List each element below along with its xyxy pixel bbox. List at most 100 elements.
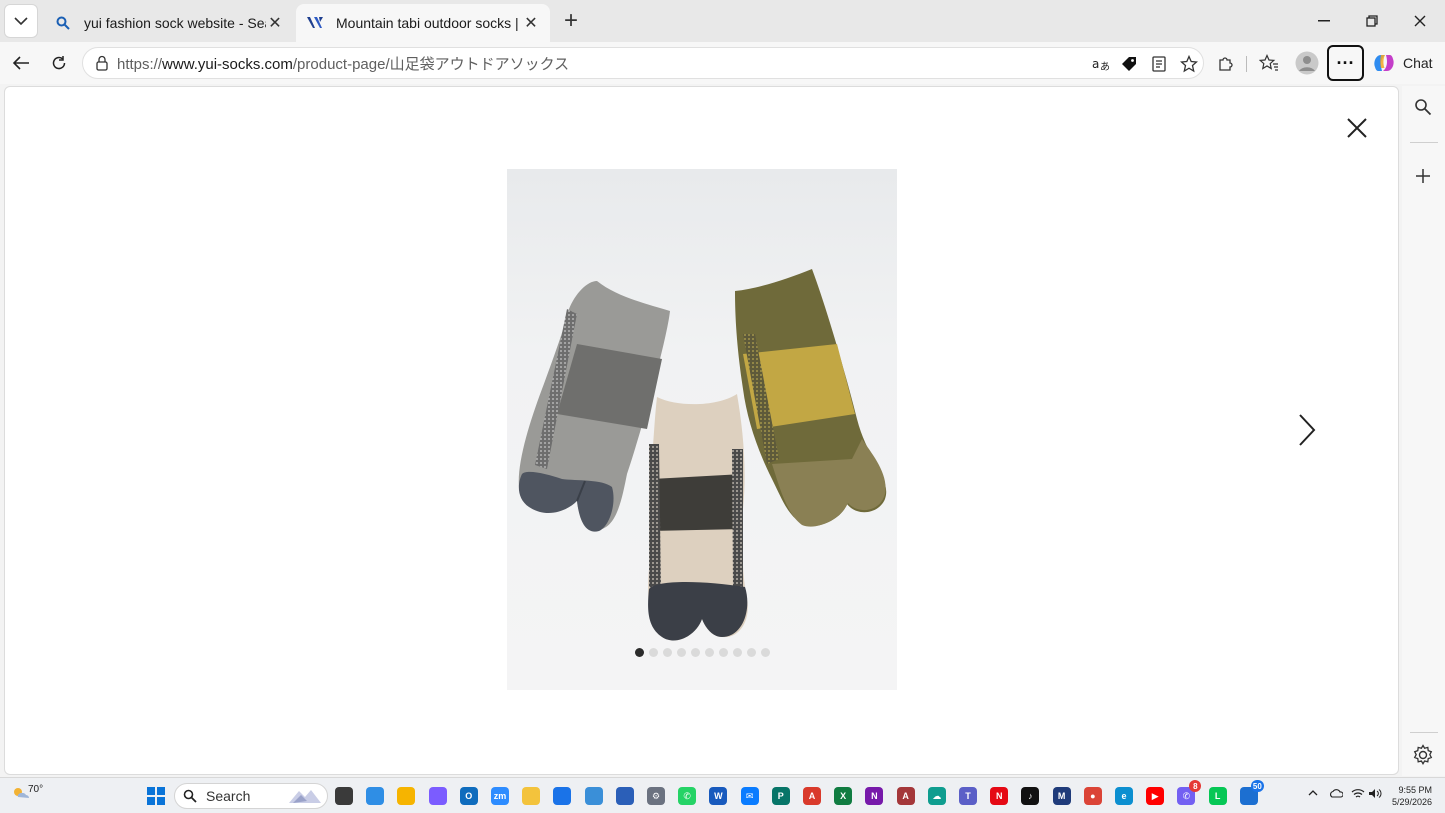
sidebar-add-button[interactable] <box>1408 161 1438 191</box>
show-hidden-icons[interactable] <box>1308 788 1318 800</box>
viber-icon[interactable]: ✆ 8 <box>1177 780 1202 805</box>
zoom-icon[interactable]: zm <box>491 787 509 805</box>
carousel-dot[interactable] <box>761 648 770 657</box>
word-icon[interactable]: W <box>709 787 728 805</box>
calculator-icon[interactable] <box>584 787 603 805</box>
product-image[interactable] <box>507 169 897 690</box>
settings-and-more-button[interactable]: ··· <box>1327 45 1364 81</box>
notification-badge: 8 <box>1189 780 1202 792</box>
search-highlight-icon <box>289 790 321 803</box>
tab-actions-button[interactable] <box>4 4 38 38</box>
tab-product-page[interactable]: Mountain tabi outdoor socks | Yui ✕ <box>296 4 550 42</box>
shopping-tag-icon[interactable] <box>1115 54 1143 74</box>
carousel-dot[interactable] <box>663 648 672 657</box>
store-icon[interactable] <box>615 787 634 805</box>
app-glyph: T <box>965 791 971 801</box>
file-explorer-pin-icon[interactable] <box>366 787 385 805</box>
tiktok-icon[interactable]: ♪ <box>1021 787 1040 805</box>
folder-icon[interactable] <box>522 787 541 805</box>
tab-search[interactable]: yui fashion sock website - Search ✕ <box>44 4 294 42</box>
url-path: /product-page/山足袋アウトドアソックス <box>292 55 570 73</box>
edge-sidebar <box>1402 86 1445 776</box>
access-icon[interactable]: A <box>896 787 915 805</box>
publisher-icon[interactable]: P <box>771 787 790 805</box>
tab-bar: yui fashion sock website - Search ✕ Moun… <box>0 0 1445 42</box>
sidebar-settings-button[interactable] <box>1408 740 1438 770</box>
copilot-chat-button[interactable]: Chat <box>1372 48 1433 78</box>
app-glyph: zm <box>493 791 507 801</box>
messenger-icon[interactable]: ✉ <box>740 787 759 805</box>
beige-sock <box>648 394 748 641</box>
socks-photo <box>518 269 887 641</box>
reader-mode-icon[interactable] <box>1145 54 1173 74</box>
close-gallery-button[interactable] <box>1337 110 1377 146</box>
refresh-button[interactable] <box>44 48 74 78</box>
youtube-icon[interactable]: ▶ <box>1146 787 1165 805</box>
close-window-button[interactable] <box>1396 0 1444 42</box>
sidebar-search-button[interactable] <box>1408 92 1438 122</box>
carousel-dot[interactable] <box>747 648 756 657</box>
volume-icon[interactable] <box>1368 788 1382 802</box>
weather-widget[interactable]: 70° <box>12 784 43 800</box>
carousel-dot[interactable] <box>635 648 644 657</box>
system-clock[interactable]: 9:55 PM 5/29/2026 <box>1388 784 1432 808</box>
defender-icon[interactable] <box>553 787 572 805</box>
close-tab-icon[interactable]: ✕ <box>266 14 284 32</box>
excel-icon[interactable]: X <box>834 787 853 805</box>
sticky-notes-icon[interactable] <box>397 787 416 805</box>
line-icon[interactable]: L <box>1208 787 1227 805</box>
new-tab-button[interactable]: + <box>558 7 584 34</box>
app-glyph: N <box>995 791 1003 801</box>
taskbar-search[interactable]: Search <box>174 783 328 809</box>
medium-icon[interactable]: M <box>1052 787 1071 805</box>
carousel-dot[interactable] <box>705 648 714 657</box>
teams-icon[interactable]: T <box>959 787 977 805</box>
restore-button[interactable] <box>1348 0 1396 42</box>
search-icon <box>183 789 197 803</box>
teams-chat-icon[interactable]: 50 <box>1239 780 1264 805</box>
edge-icon[interactable]: e <box>1115 787 1133 805</box>
carousel-dot[interactable] <box>649 648 658 657</box>
whatsapp-icon[interactable]: ✆ <box>678 787 697 805</box>
copilot-icon[interactable] <box>428 787 447 805</box>
carousel-dot[interactable] <box>733 648 742 657</box>
yui-logo-icon <box>306 14 324 32</box>
back-button[interactable] <box>6 48 36 78</box>
app-glyph: A <box>808 791 816 801</box>
search-icon <box>1415 99 1432 116</box>
minimize-button[interactable] <box>1300 0 1348 42</box>
extensions-button[interactable] <box>1211 48 1241 78</box>
chat-label: Chat <box>1403 55 1433 71</box>
windows-logo-icon <box>157 787 165 795</box>
next-image-button[interactable] <box>1292 408 1322 452</box>
app-glyph: ▶ <box>1151 790 1159 801</box>
search-icon <box>54 14 72 32</box>
chrome-icon[interactable]: ● <box>1083 787 1102 805</box>
wifi-icon[interactable] <box>1351 788 1365 802</box>
favorites-button[interactable] <box>1254 48 1284 78</box>
close-tab-icon[interactable]: ✕ <box>522 14 540 32</box>
sidebar-divider <box>1410 142 1438 143</box>
app-glyph: ♪ <box>1028 791 1033 801</box>
start-button[interactable] <box>147 787 165 805</box>
windows-logo-icon <box>147 797 155 805</box>
carousel-dot[interactable] <box>677 648 686 657</box>
onenote-icon[interactable]: N <box>865 787 884 805</box>
settings-icon[interactable]: ⚙ <box>647 787 665 805</box>
favorite-star-icon[interactable] <box>1175 54 1203 74</box>
onedrive-icon[interactable]: ☁ <box>927 787 946 805</box>
onedrive-tray-icon[interactable] <box>1329 788 1344 801</box>
site-info-icon[interactable] <box>87 55 117 71</box>
outlook-icon[interactable]: O <box>459 787 478 805</box>
task-view-icon[interactable] <box>335 787 353 805</box>
translate-icon[interactable]: aあ <box>1087 54 1115 74</box>
carousel-dot[interactable] <box>691 648 700 657</box>
profile-button[interactable] <box>1292 48 1322 78</box>
weather-temp: 70° <box>28 784 44 795</box>
address-bar[interactable]: https://www.yui-socks.com/product-page/山… <box>82 47 1204 79</box>
app-glyph: X <box>840 791 847 801</box>
app-glyph: M <box>1057 791 1066 801</box>
carousel-dot[interactable] <box>719 648 728 657</box>
acrobat-icon[interactable]: A <box>803 787 821 805</box>
netflix-icon[interactable]: N <box>990 787 1009 805</box>
